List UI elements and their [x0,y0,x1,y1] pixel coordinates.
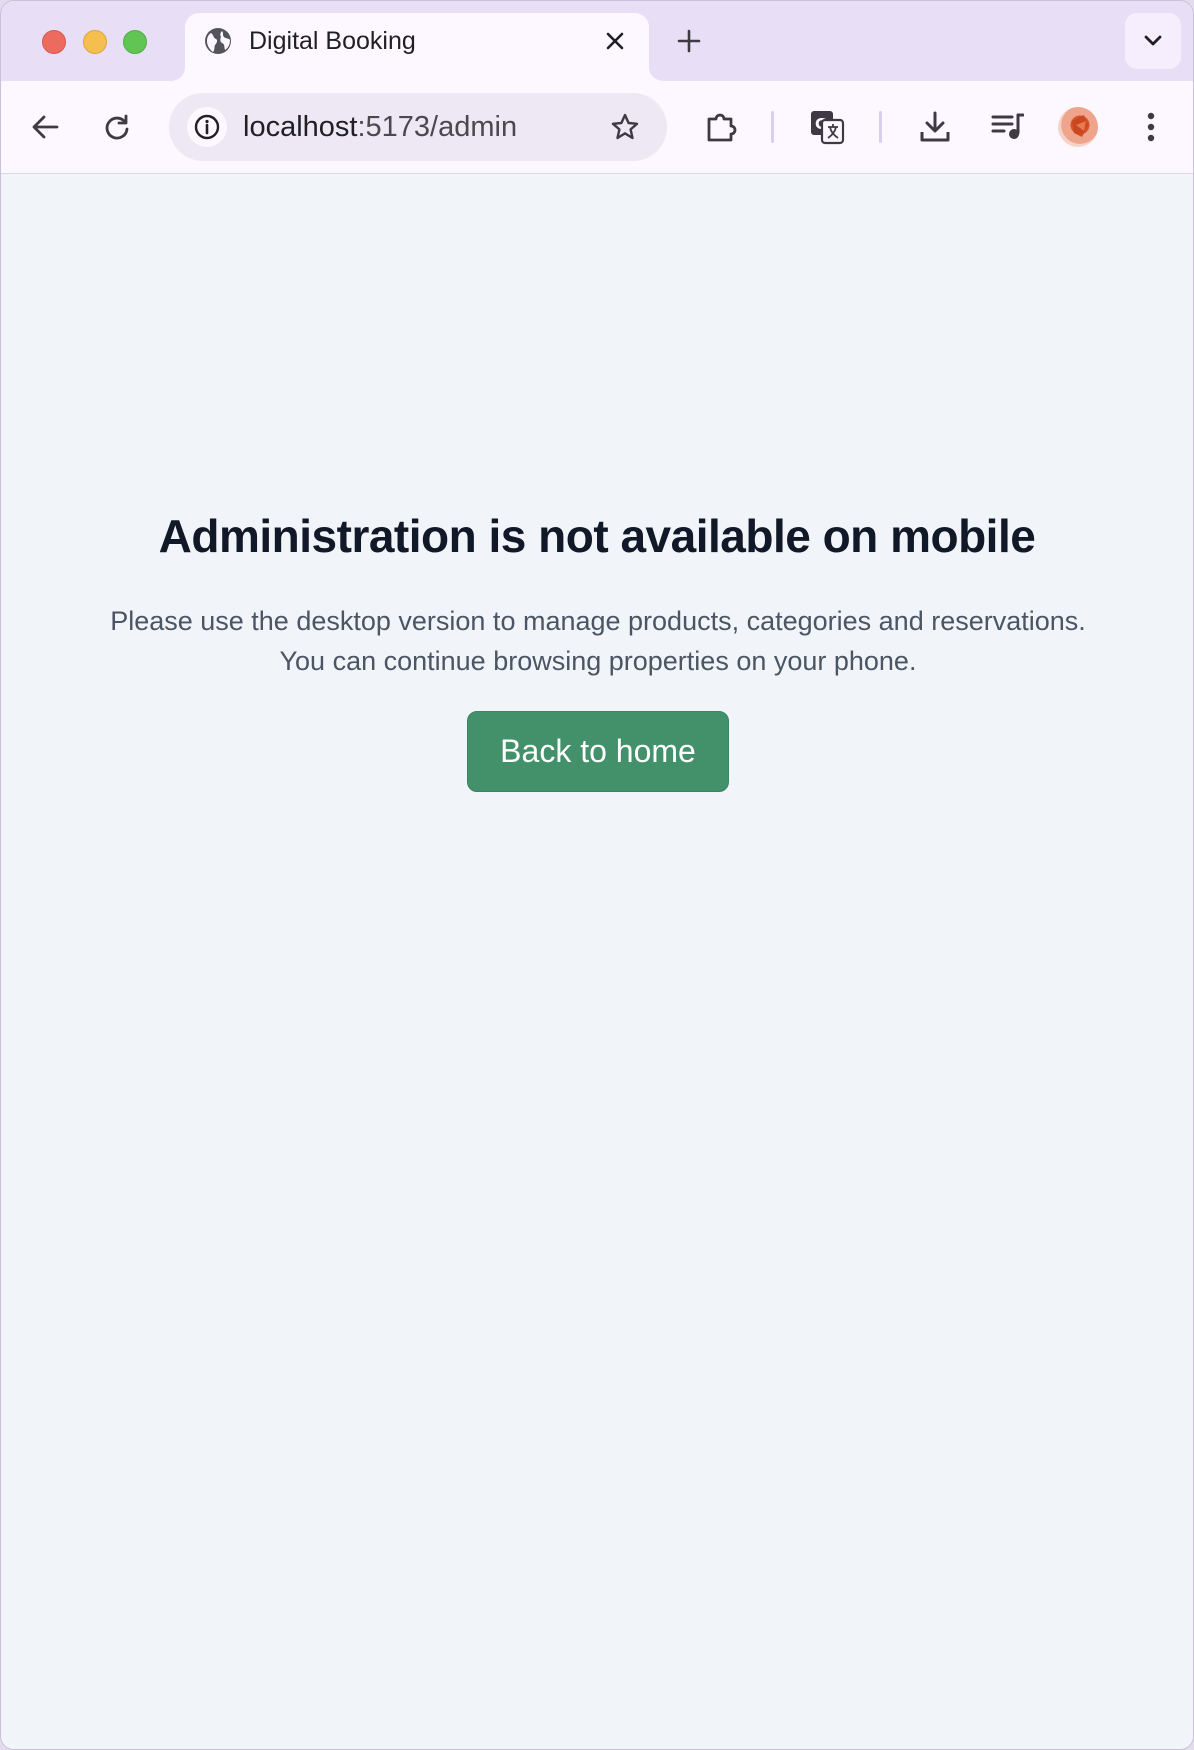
profile-avatar[interactable] [1058,107,1098,147]
bookmark-star-icon[interactable] [605,107,645,147]
page-content: Administration is not available on mobil… [1,174,1193,1749]
window-maximize-button[interactable] [123,30,147,54]
tab-title: Digital Booking [249,27,416,55]
reload-icon[interactable] [95,105,139,149]
translate-icon[interactable]: G [805,105,849,149]
tab-active[interactable]: Digital Booking [185,13,649,81]
site-info-icon[interactable] [187,107,227,147]
window-minimize-button[interactable] [83,30,107,54]
tab-close-icon[interactable] [599,25,631,57]
download-icon[interactable] [913,105,957,149]
url-path: :5173/admin [357,111,518,143]
tab-search-chevron-down-icon[interactable] [1125,13,1181,69]
toolbar-separator [771,111,774,143]
media-playlist-icon[interactable] [985,105,1029,149]
address-bar[interactable]: localhost:5173/admin [169,93,667,161]
toolbar-separator [879,111,882,143]
back-arrow-icon[interactable] [23,105,67,149]
back-to-home-button[interactable]: Back to home [467,711,729,792]
browser-toolbar: localhost:5173/admin G [1,81,1193,174]
url-host: localhost [243,111,358,143]
more-menu-icon[interactable] [1129,105,1173,149]
tab-strip: Digital Booking [1,1,1193,81]
globe-icon [203,26,233,56]
browser-window: Digital Booking localhost:5173/admin Adm… [0,0,1194,1750]
new-tab-plus-icon[interactable] [671,23,707,59]
address-url[interactable]: localhost:5173/admin [243,111,517,144]
window-close-button[interactable] [42,30,66,54]
page-title: Administration is not available on mobil… [158,510,1036,562]
page-message: Please use the desktop version to manage… [110,606,1086,676]
extensions-puzzle-icon[interactable] [699,105,743,149]
